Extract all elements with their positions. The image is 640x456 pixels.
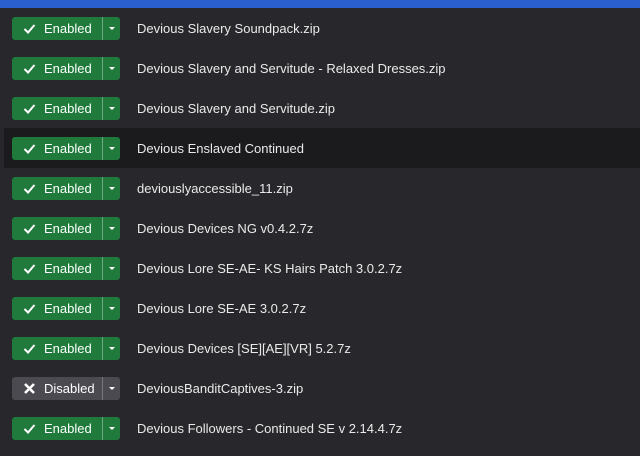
check-icon: [22, 421, 36, 435]
status-toggle-button[interactable]: Enabled: [12, 96, 102, 120]
status-toggle-button[interactable]: Enabled: [12, 296, 102, 320]
check-icon: [22, 341, 36, 355]
check-icon: [22, 261, 36, 275]
caret-down-icon: [108, 106, 115, 110]
status-label: Enabled: [44, 60, 92, 76]
status-label: Enabled: [44, 340, 92, 356]
caret-down-icon: [108, 306, 115, 310]
status-split-button: Enabled: [12, 416, 120, 440]
caret-down-icon: [108, 346, 115, 350]
caret-down-icon: [108, 266, 115, 270]
caret-down-icon: [108, 426, 115, 430]
status-dropdown-button[interactable]: [102, 336, 120, 360]
status-dropdown-button[interactable]: [102, 16, 120, 40]
check-icon: [22, 141, 36, 155]
status-split-button: Enabled: [12, 176, 120, 200]
status-split-button: Enabled: [12, 16, 120, 40]
status-toggle-button[interactable]: Enabled: [12, 136, 102, 160]
status-dropdown-button[interactable]: [102, 416, 120, 440]
mod-row[interactable]: Enabled Devious Lore SE-AE- KS Hairs Pat…: [0, 248, 640, 288]
status-split-button: Enabled: [12, 216, 120, 240]
status-toggle-button[interactable]: Enabled: [12, 176, 102, 200]
caret-down-icon: [108, 66, 115, 70]
mod-row[interactable]: Enabled Devious Slavery and Servitude - …: [0, 48, 640, 88]
mod-name: Devious Followers - Continued SE v 2.14.…: [137, 420, 403, 436]
mod-name: Devious Devices [SE][AE][VR] 5.2.7z: [137, 340, 351, 356]
status-dropdown-button[interactable]: [102, 216, 120, 240]
mod-row[interactable]: Enabled Devious Slavery Soundpack.zip: [0, 8, 640, 48]
status-label: Enabled: [44, 260, 92, 276]
status-toggle-button[interactable]: Enabled: [12, 56, 102, 80]
status-dropdown-button[interactable]: [102, 96, 120, 120]
status-label: Disabled: [44, 380, 95, 396]
check-icon: [22, 301, 36, 315]
status-split-button: Enabled: [12, 296, 120, 320]
status-dropdown-button[interactable]: [102, 256, 120, 280]
check-icon: [22, 221, 36, 235]
status-dropdown-button[interactable]: [102, 296, 120, 320]
mod-name: Devious Enslaved Continued: [137, 140, 304, 156]
mod-row[interactable]: Disabled DeviousBanditCaptives-3.zip: [0, 368, 640, 408]
status-split-button: Enabled: [12, 96, 120, 120]
check-icon: [22, 61, 36, 75]
mod-row[interactable]: Enabled Devious Slavery and Servitude.zi…: [0, 88, 640, 128]
caret-down-icon: [108, 226, 115, 230]
status-label: Enabled: [44, 180, 92, 196]
check-icon: [22, 181, 36, 195]
mod-row-highlighted[interactable]: Enabled Devious Enslaved Continued: [4, 128, 640, 168]
mod-name: Devious Slavery Soundpack.zip: [137, 20, 320, 36]
mod-row[interactable]: Enabled Devious Devices NG v0.4.2.7z: [0, 208, 640, 248]
active-tab-indicator: [0, 0, 640, 8]
status-label: Enabled: [44, 100, 92, 116]
status-split-button: Enabled: [12, 136, 120, 160]
status-dropdown-button[interactable]: [102, 56, 120, 80]
status-toggle-button[interactable]: Enabled: [12, 416, 102, 440]
mod-row[interactable]: Enabled Devious Lore SE-AE 3.0.2.7z: [0, 288, 640, 328]
mod-name: deviouslyaccessible_11.zip: [137, 180, 293, 196]
status-toggle-button[interactable]: Enabled: [12, 16, 102, 40]
mod-name: DeviousBanditCaptives-3.zip: [137, 380, 304, 396]
status-dropdown-button[interactable]: [102, 176, 120, 200]
status-dropdown-button[interactable]: [102, 376, 120, 400]
mod-row[interactable]: Enabled Devious Followers - Continued SE…: [0, 408, 640, 448]
caret-down-icon: [108, 186, 115, 190]
status-label: Enabled: [44, 20, 92, 36]
status-label: Enabled: [44, 220, 92, 236]
status-toggle-button[interactable]: Enabled: [12, 216, 102, 240]
status-toggle-button[interactable]: Disabled: [12, 376, 102, 400]
status-toggle-button[interactable]: Enabled: [12, 336, 102, 360]
check-icon: [22, 21, 36, 35]
mod-name: Devious Slavery and Servitude - Relaxed …: [137, 60, 446, 76]
mod-row[interactable]: Enabled Devious Devices [SE][AE][VR] 5.2…: [0, 328, 640, 368]
status-split-button: Enabled: [12, 56, 120, 80]
status-split-button: Enabled: [12, 336, 120, 360]
mod-name: Devious Slavery and Servitude.zip: [137, 100, 335, 116]
mod-name: Devious Devices NG v0.4.2.7z: [137, 220, 314, 236]
mod-list: Enabled Devious Slavery Soundpack.zip En…: [0, 8, 640, 448]
status-split-button: Disabled: [12, 376, 120, 400]
caret-down-icon: [108, 26, 115, 30]
mod-name: Devious Lore SE-AE 3.0.2.7z: [137, 300, 307, 316]
status-label: Enabled: [44, 420, 92, 436]
status-split-button: Enabled: [12, 256, 120, 280]
x-icon: [22, 381, 36, 395]
caret-down-icon: [108, 146, 115, 150]
mod-name: Devious Lore SE-AE- KS Hairs Patch 3.0.2…: [137, 260, 403, 276]
mod-row[interactable]: Enabled deviouslyaccessible_11.zip: [0, 168, 640, 208]
status-dropdown-button[interactable]: [102, 136, 120, 160]
status-label: Enabled: [44, 300, 92, 316]
check-icon: [22, 101, 36, 115]
caret-down-icon: [108, 386, 115, 390]
status-toggle-button[interactable]: Enabled: [12, 256, 102, 280]
status-label: Enabled: [44, 140, 92, 156]
